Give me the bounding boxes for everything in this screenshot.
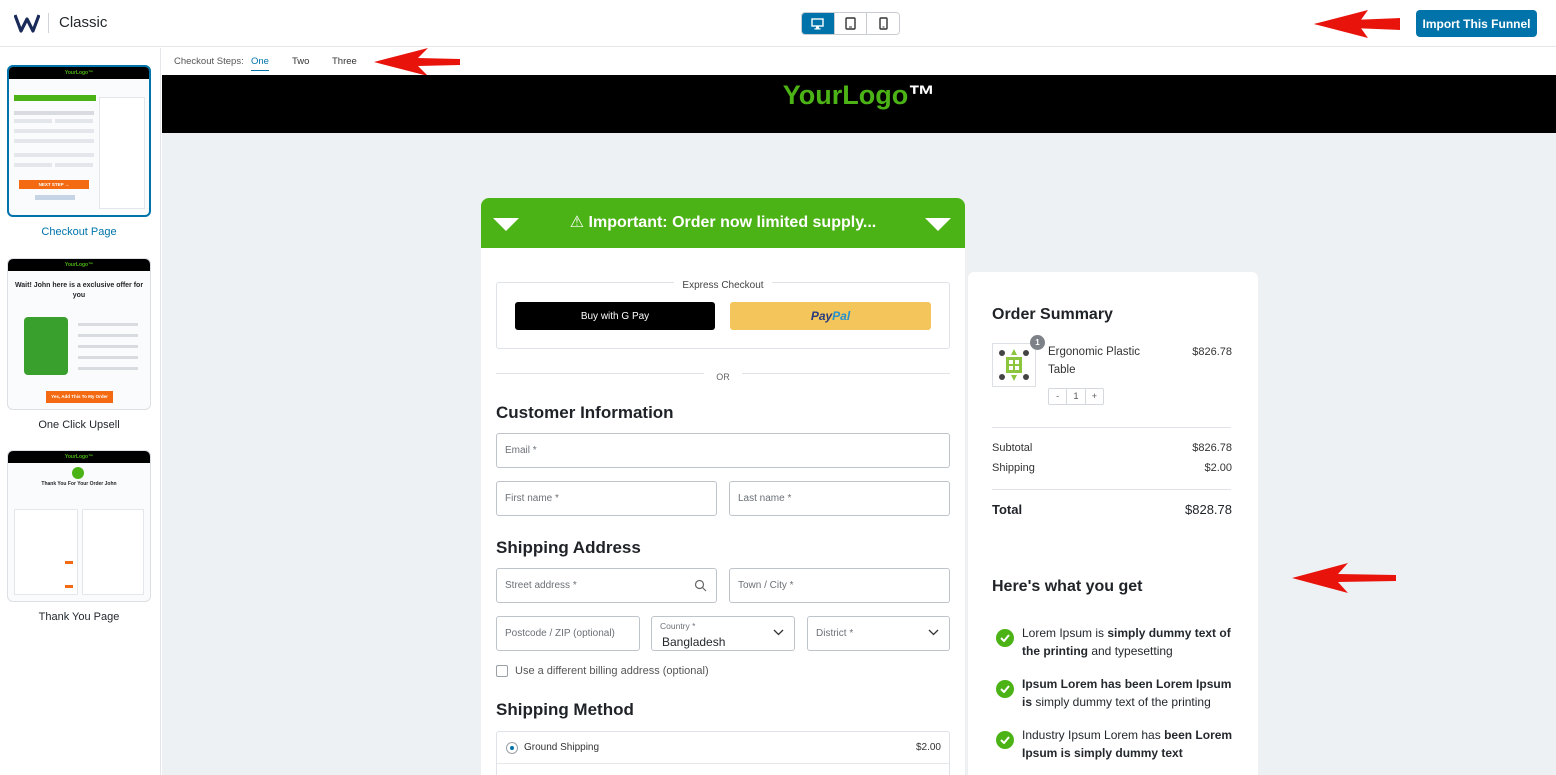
express-checkout-box: Express Checkout Buy with G Pay Pay Pal xyxy=(496,280,950,349)
benefit-item: Lorem Ipsum is simply dummy text of the … xyxy=(996,624,1236,660)
device-switcher xyxy=(801,12,900,35)
site-logo: YourLogo™ xyxy=(782,80,936,110)
annotation-arrow-import xyxy=(1314,10,1400,38)
total-value: $828.78 xyxy=(1185,502,1232,517)
chevron-down-icon xyxy=(928,629,939,636)
upsell-page-thumbnail[interactable]: YourLogo™ Wait! John here is a exclusive… xyxy=(7,258,151,410)
thumb-logo: YourLogo™ xyxy=(9,67,149,79)
first-name-field[interactable]: First name * xyxy=(496,481,717,516)
country-select[interactable]: Country * Bangladesh xyxy=(651,616,795,651)
quantity-value[interactable]: 1 xyxy=(1067,389,1086,404)
tablet-view-button[interactable] xyxy=(834,13,868,34)
town-city-field[interactable]: Town / City * xyxy=(729,568,950,603)
mobile-view-button[interactable] xyxy=(867,13,899,34)
step-tab-two[interactable]: Two xyxy=(292,56,309,67)
paypal-button[interactable]: Pay Pal xyxy=(730,302,931,330)
quantity-badge: 1 xyxy=(1030,335,1045,350)
district-select[interactable]: District * xyxy=(807,616,950,651)
shipping-radio[interactable] xyxy=(506,742,518,754)
benefit-item: Ipsum Lorem has been Lorem Ipsum is simp… xyxy=(996,675,1236,711)
billing-checkbox[interactable] xyxy=(496,665,508,677)
step-tab-three[interactable]: Three xyxy=(332,56,357,67)
subtotal-label: Subtotal xyxy=(992,442,1033,454)
product-price: $826.78 xyxy=(1192,346,1232,358)
product-thumbnail-icon xyxy=(999,349,1029,381)
step-tab-one[interactable]: One xyxy=(251,56,269,71)
desktop-view-button[interactable] xyxy=(802,13,835,34)
thumb-next-step: NEXT STEP → xyxy=(19,180,89,189)
brand-divider xyxy=(48,13,49,33)
thumb-upsell-heading: Wait! John here is a exclusive offer for… xyxy=(14,282,144,299)
sidebar-item-upsell[interactable]: YourLogo™ Wait! John here is a exclusive… xyxy=(7,258,151,431)
billing-address-toggle[interactable]: Use a different billing address (optiona… xyxy=(496,665,709,677)
funnel-steps-sidebar: YourLogo™ NEXT STEP → Checkout Page Your… xyxy=(0,48,161,775)
subtotal-value: $826.78 xyxy=(1192,442,1232,454)
customer-info-title: Customer Information xyxy=(496,403,674,422)
triangle-down-icon xyxy=(925,218,951,231)
thumb-logo: YourLogo™ xyxy=(8,451,150,463)
express-checkout-label: Express Checkout xyxy=(674,280,772,291)
annotation-arrow-summary xyxy=(1292,563,1396,593)
sidebar-item-label: Checkout Page xyxy=(41,226,117,238)
checkout-steps-label: Checkout Steps: xyxy=(174,56,244,67)
mobile-icon xyxy=(878,17,888,30)
logo-header: YourLogo™ xyxy=(162,75,1556,133)
street-address-field[interactable]: Street address * xyxy=(496,568,717,603)
urgency-banner: ⚠ Important: Order now limited supply... xyxy=(481,198,965,248)
chevron-down-icon xyxy=(773,629,784,636)
sidebar-item-label: Thank You Page xyxy=(38,611,120,623)
gpay-button[interactable]: Buy with G Pay xyxy=(515,302,715,330)
shipping-address-title: Shipping Address xyxy=(496,538,641,557)
product-name: Ergonomic Plastic Table xyxy=(1048,346,1141,376)
checkout-form: ⚠ Important: Order now limited supply...… xyxy=(481,198,965,775)
or-divider: OR xyxy=(496,372,950,382)
divider xyxy=(992,427,1231,428)
sidebar-item-label: One Click Upsell xyxy=(38,419,120,431)
order-summary-title: Order Summary xyxy=(992,306,1113,323)
divider xyxy=(992,489,1231,490)
thankyou-page-thumbnail[interactable]: YourLogo™ Thank You For Your Order John xyxy=(7,450,151,602)
tablet-icon xyxy=(845,17,856,30)
postcode-field[interactable]: Postcode / ZIP (optional) xyxy=(496,616,640,651)
funnel-title: Classic xyxy=(59,14,108,31)
page-preview: YourLogo™ ⚠ Important: Order now limited… xyxy=(162,75,1556,775)
sidebar-item-checkout[interactable]: YourLogo™ NEXT STEP → Checkout Page xyxy=(7,65,151,238)
thumb-banner xyxy=(14,95,96,101)
check-icon xyxy=(996,731,1014,749)
thumb-thankyou-heading: Thank You For Your Order John xyxy=(41,481,117,487)
total-label: Total xyxy=(992,502,1023,517)
product-image xyxy=(992,343,1036,387)
checkout-page-thumbnail[interactable]: YourLogo™ NEXT STEP → xyxy=(7,65,151,217)
annotation-arrow-steps xyxy=(374,48,460,76)
benefit-item: Industry Ipsum Lorem has been Lorem Ipsu… xyxy=(996,726,1236,762)
shipping-option[interactable]: Ground Shipping $2.00 xyxy=(497,732,949,764)
shipping-method-title: Shipping Method xyxy=(496,700,634,719)
order-summary: Order Summary 1 Ergonomic Plastic Table … xyxy=(968,272,1258,775)
decrease-button[interactable]: - xyxy=(1049,389,1068,404)
sidebar-item-thankyou[interactable]: YourLogo™ Thank You For Your Order John … xyxy=(7,450,151,623)
desktop-icon xyxy=(811,17,825,29)
shipping-label: Shipping xyxy=(992,462,1035,474)
shipping-value: $2.00 xyxy=(1204,462,1232,474)
benefits-title: Here's what you get xyxy=(992,578,1143,595)
shipping-method-list: Ground Shipping $2.00 xyxy=(496,731,950,775)
thumb-check-icon xyxy=(72,467,84,479)
last-name-field[interactable]: Last name * xyxy=(729,481,950,516)
thumb-logo: YourLogo™ xyxy=(8,259,150,271)
email-field[interactable]: Email * xyxy=(496,433,950,468)
check-icon xyxy=(996,629,1014,647)
quantity-stepper: - 1 + xyxy=(1048,388,1104,405)
thumb-product-image xyxy=(24,317,68,375)
thumb-upsell-cta: Yes, Add This To My Order xyxy=(46,391,113,403)
check-icon xyxy=(996,680,1014,698)
increase-button[interactable]: + xyxy=(1086,389,1103,404)
brand-logo-icon xyxy=(14,14,40,33)
import-funnel-button[interactable]: Import This Funnel xyxy=(1416,10,1537,37)
triangle-down-icon xyxy=(493,218,519,231)
search-icon xyxy=(694,579,707,592)
banner-text: ⚠ Important: Order now limited supply... xyxy=(569,214,877,231)
